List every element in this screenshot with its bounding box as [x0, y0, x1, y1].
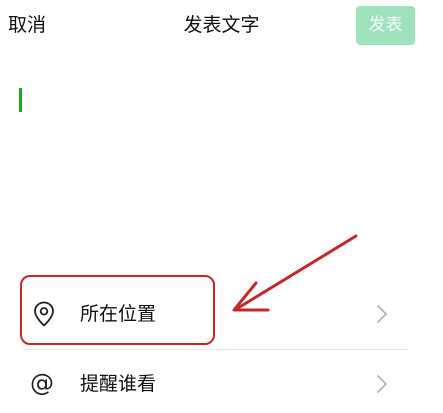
compose-text-screen: 取消 发表文字 发表 所在位置 @ 提醒谁看: [0, 0, 443, 413]
at-sign-icon: @: [30, 369, 54, 397]
annotation-highlight-box: [20, 275, 215, 345]
row-divider: [22, 349, 408, 350]
post-text-input[interactable]: [14, 80, 433, 254]
text-cursor: [19, 88, 22, 112]
mention-row[interactable]: @ 提醒谁看: [0, 352, 443, 413]
mention-label: 提醒谁看: [80, 373, 157, 395]
chevron-right-icon: [377, 305, 387, 323]
chevron-right-icon: [377, 375, 387, 393]
publish-button[interactable]: 发表: [356, 6, 415, 45]
